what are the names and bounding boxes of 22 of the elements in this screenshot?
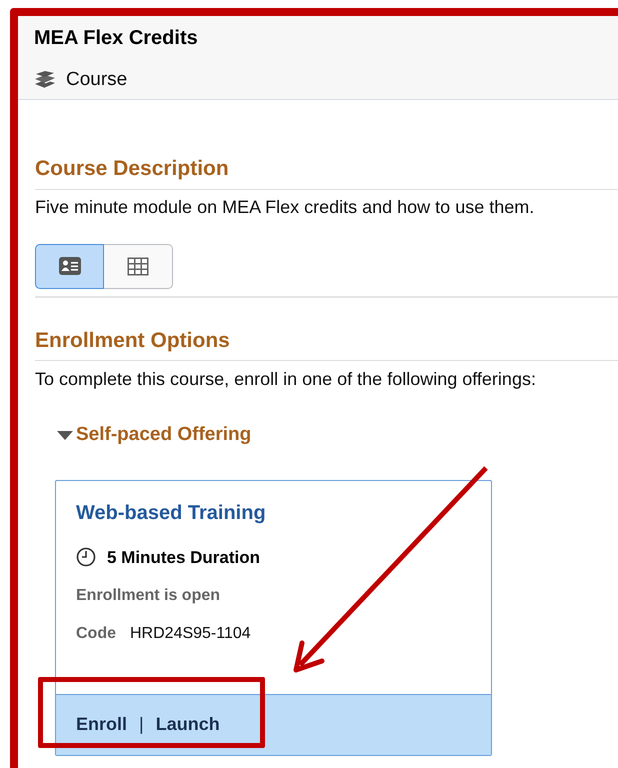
code-value: HRD24S95-1104 — [130, 624, 251, 644]
view-toggle-button[interactable] — [35, 244, 104, 288]
view-toggle-button[interactable] — [104, 244, 173, 288]
code-label: Code — [76, 624, 116, 644]
page-title: MEA Flex Credits — [34, 26, 199, 51]
content-type-label: Course — [66, 68, 128, 92]
enrollment-instructions: To complete this course, enroll in one of the following offerings: — [35, 368, 537, 391]
section-heading: Enrollment Options — [35, 324, 618, 361]
grid-icon — [127, 256, 149, 276]
action-link[interactable]: Enroll — [76, 711, 128, 738]
offering-group-toggle[interactable]: Self-paced Offering — [57, 421, 252, 450]
offering-title[interactable]: Web-based Training — [76, 498, 471, 528]
caret-icon — [57, 430, 73, 440]
course-description: Five minute module on MEA Flex credits and how to use them. — [35, 196, 536, 218]
contact-card-icon — [58, 257, 80, 275]
separator: | — [139, 713, 144, 736]
section-heading: Course Description — [35, 153, 618, 190]
action-link[interactable]: Launch — [156, 711, 220, 738]
books-icon — [34, 70, 56, 90]
enrollment-status: Enrollment is open — [76, 586, 222, 606]
clock-icon — [76, 547, 96, 568]
duration-text: 5 Minutes Duration — [107, 546, 260, 568]
